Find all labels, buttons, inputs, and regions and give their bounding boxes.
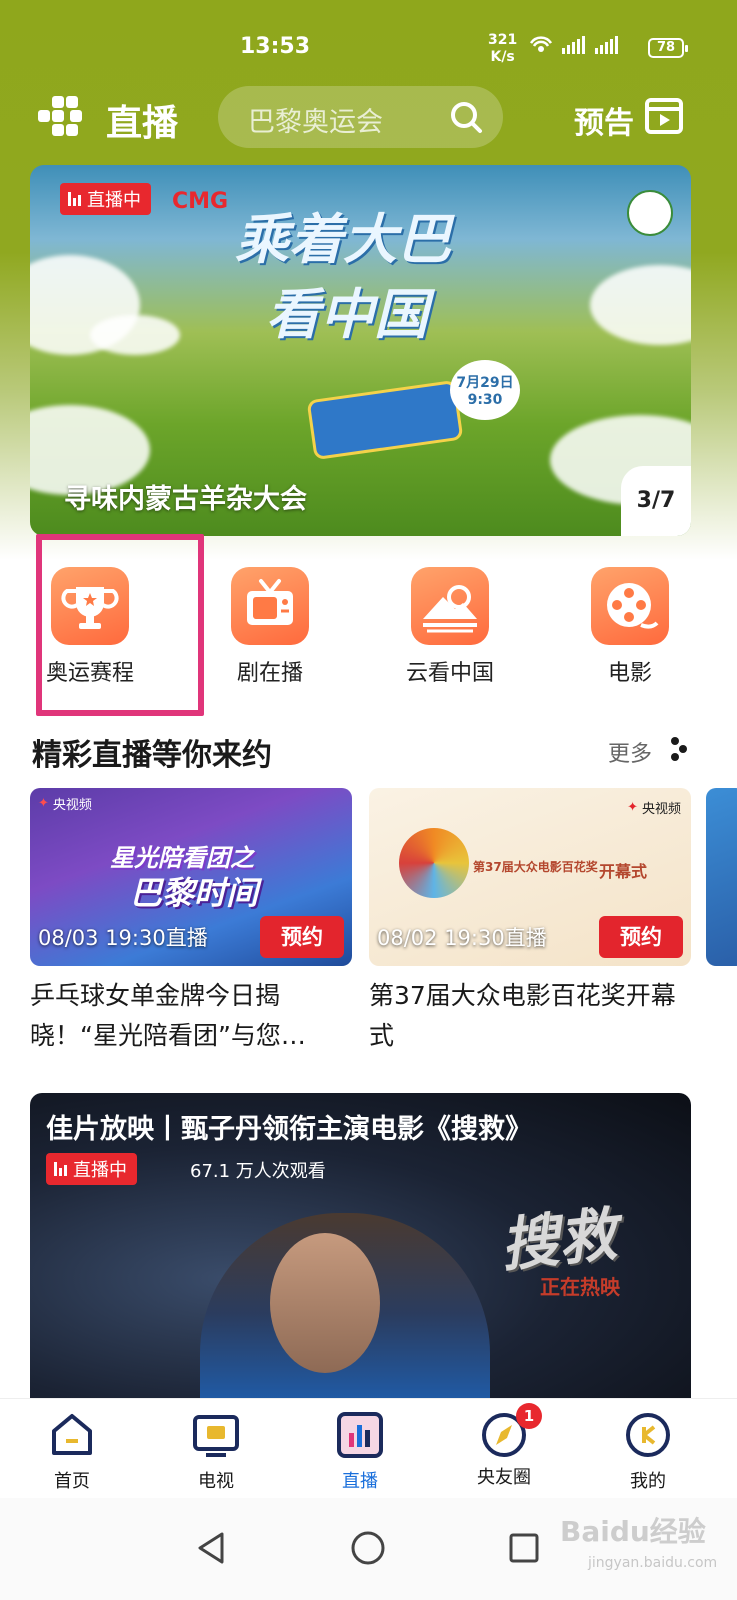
page-title: 直播: [106, 103, 179, 144]
nav-tv[interactable]: 电视: [166, 1411, 266, 1493]
nav-live[interactable]: 直播: [310, 1411, 410, 1493]
logo-text: 央视频: [52, 798, 92, 813]
hotspot-icon: [530, 36, 552, 52]
watermark-logo: Baidu经验: [560, 1515, 706, 1548]
movie-title: 佳片放映丨甄子丹领衔主演电影《搜救》: [46, 1114, 532, 1145]
live-card-title: 乒乓球女单金牌今日揭晓！“星光陪看团”与您…: [30, 981, 306, 1050]
nav-profile[interactable]: 我的: [598, 1411, 698, 1493]
award-emblem-icon: [399, 828, 469, 898]
network-speed: 321 K/s: [488, 32, 517, 66]
live-bars-icon: [54, 1162, 67, 1176]
live-badge: 直播中: [46, 1153, 137, 1185]
category-label: 剧在播: [236, 661, 303, 686]
logo-text: 央视频: [641, 802, 681, 817]
movie-poster-subtitle: 正在热映: [540, 1275, 620, 1299]
nav-friends-circle[interactable]: 1 央友圈: [454, 1403, 554, 1489]
movie-poster-face: [270, 1233, 380, 1373]
status-bar: 13:53 321 K/s 78: [0, 0, 737, 90]
live-badge-label: 直播中: [73, 1160, 127, 1181]
app-header: 直播 巴黎奥运会 预告: [0, 86, 737, 152]
more-arrow-icon[interactable]: [668, 736, 690, 762]
home-circle-icon[interactable]: [350, 1530, 386, 1566]
live-card-thumbnail: ✦ 央视频 星光陪看团之 巴黎时间 08/03 19:30直播 预约: [30, 788, 352, 966]
category-movies[interactable]: 电影: [570, 567, 690, 687]
yangshipin-logo: ✦ 央视频: [38, 794, 92, 813]
status-time: 13:53: [240, 34, 311, 59]
nav-label: 直播: [342, 1471, 378, 1492]
nav-home[interactable]: 首页: [22, 1411, 122, 1493]
thumbnail-subtitle: 巴黎时间: [130, 874, 259, 912]
highlight-box: [36, 534, 204, 716]
yangshipin-icon: ✦: [38, 796, 49, 811]
category-label: 电影: [607, 661, 652, 686]
cmg-logo: CMG: [172, 189, 229, 214]
nav-label: 我的: [630, 1471, 666, 1492]
tv-screen-icon: [193, 1415, 239, 1457]
live-card-peek[interactable]: [706, 788, 737, 966]
live-time: 08/02 19:30直播: [377, 926, 547, 950]
recents-icon[interactable]: [506, 1530, 542, 1566]
nav-label: 首页: [54, 1471, 90, 1492]
cloud-decoration: [590, 265, 691, 345]
live-card[interactable]: ✦ 央视频 星光陪看团之 巴黎时间 08/03 19:30直播 预约 乒乓球女单…: [30, 788, 352, 1056]
reserve-button[interactable]: 预约: [599, 916, 683, 958]
network-speed-value: 321: [488, 32, 518, 48]
app-logo-icon: [38, 96, 82, 136]
live-card-title: 第37届大众电影百花奖开幕式: [369, 981, 676, 1050]
live-chart-icon: [337, 1412, 383, 1458]
compass-icon: 1: [480, 1403, 542, 1459]
profile-icon: [626, 1413, 670, 1457]
featured-movie-card[interactable]: 搜救 正在热映 佳片放映丨甄子丹领衔主演电影《搜救》 直播中 67.1 万人次观…: [30, 1093, 691, 1403]
search-placeholder: 巴黎奥运会: [248, 107, 383, 138]
reserve-button[interactable]: 预约: [260, 916, 344, 958]
live-badge: 直播中: [60, 183, 151, 215]
section-title: 精彩直播等你来约: [32, 738, 272, 773]
bottom-navigation: 首页 电视 直播 1 央友圈 我的: [0, 1398, 737, 1498]
home-icon: [52, 1414, 92, 1455]
movie-poster-title: 搜救: [497, 1200, 620, 1280]
live-bars-icon: [68, 192, 81, 206]
category-drama[interactable]: 剧在播: [210, 567, 330, 687]
signal-strength-icon: [595, 36, 618, 54]
award-subtitle: 开幕式: [599, 862, 648, 881]
search-icon[interactable]: [449, 100, 483, 134]
award-title: 第37届大众电影百花奖: [473, 860, 598, 874]
emblem-icon: [627, 190, 673, 236]
bus-illustration: [306, 379, 464, 461]
yangshipin-icon: ✦: [627, 800, 638, 815]
network-speed-unit: K/s: [490, 49, 515, 65]
banner-page-counter: 3/7: [621, 466, 691, 536]
preview-button[interactable]: 预告: [574, 98, 634, 142]
banner-art-title: 乘着大巴: [235, 208, 451, 271]
schedule-icon[interactable]: [644, 96, 684, 136]
notification-badge: 1: [516, 1403, 542, 1429]
film-reel-icon: [591, 567, 669, 645]
yangshipin-logo: ✦ 央视频: [627, 798, 681, 817]
live-time: 08/03 19:30直播: [38, 926, 208, 950]
signal-strength-icon: [562, 36, 585, 54]
banner-caption: 寻味内蒙古羊杂大会: [64, 484, 307, 515]
hero-banner[interactable]: 乘着大巴 看中国 7月29日 9:30 直播中 CMG 寻味内蒙古羊杂大会 3/…: [30, 165, 691, 536]
bus-date-stamp: 7月29日 9:30: [450, 360, 520, 420]
watermark-url: jingyan.baidu.com: [588, 1555, 718, 1571]
live-card[interactable]: ✦ 央视频 第37届大众电影百花奖 开幕式 08/02 19:30直播 预约 第…: [369, 788, 691, 1056]
tv-icon: [231, 567, 309, 645]
nav-label: 电视: [198, 1471, 234, 1492]
live-badge-label: 直播中: [87, 190, 141, 211]
category-cloud-china[interactable]: 云看中国: [390, 567, 510, 687]
banner-art-subtitle: 看中国: [266, 283, 428, 346]
live-card-thumbnail: ✦ 央视频 第37届大众电影百花奖 开幕式 08/02 19:30直播 预约: [369, 788, 691, 966]
battery-icon: 78: [648, 38, 688, 58]
search-input[interactable]: 巴黎奥运会: [218, 86, 503, 148]
category-label: 云看中国: [405, 661, 494, 686]
cloud-decoration: [90, 315, 180, 355]
back-icon[interactable]: [194, 1530, 230, 1566]
signal-icons: [530, 36, 618, 54]
more-link[interactable]: 更多: [608, 736, 652, 768]
nav-label: 央友圈: [477, 1467, 531, 1488]
viewer-count: 67.1 万人次观看: [190, 1161, 326, 1182]
mountain-icon: [411, 567, 489, 645]
